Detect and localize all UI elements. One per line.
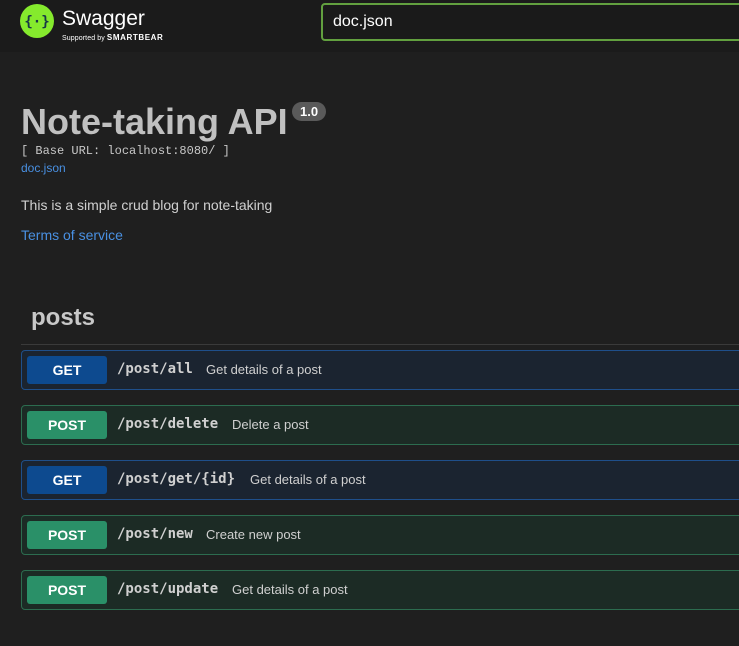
operation-path: /post/new: [117, 526, 193, 542]
base-url: [ Base URL: localhost:8080/ ]: [21, 144, 230, 158]
tag-name: posts: [31, 304, 96, 331]
brand-name: Swagger: [62, 7, 145, 30]
spec-link[interactable]: doc.json: [21, 161, 66, 175]
method-badge: POST: [27, 411, 107, 439]
version-badge: 1.0: [292, 102, 327, 121]
operation-row[interactable]: POST /post/delete Delete a post: [21, 405, 739, 445]
operation-summary: Get details of a post: [232, 582, 348, 597]
brand-tagline: Supported by SMARTBEAR: [62, 33, 164, 42]
method-badge: POST: [27, 521, 107, 549]
operation-row[interactable]: GET /post/all Get details of a post: [21, 350, 739, 390]
operation-summary: Delete a post: [232, 417, 309, 432]
method-badge: POST: [27, 576, 107, 604]
operation-path: /post/get/{id}: [117, 471, 236, 487]
terms-of-service-link[interactable]: Terms of service: [21, 227, 123, 243]
operation-row[interactable]: POST /post/new Create new post: [21, 515, 739, 555]
top-bar: {·} Swagger Supported by SMARTBEAR: [0, 0, 739, 52]
swagger-icon: {·}: [20, 4, 54, 38]
operation-path: /post/delete: [117, 416, 219, 432]
operation-row[interactable]: GET /post/get/{id} Get details of a post: [21, 460, 739, 500]
spec-url-input[interactable]: [321, 3, 739, 41]
operation-path: /post/all: [117, 361, 193, 377]
operation-summary: Get details of a post: [250, 472, 366, 487]
method-badge: GET: [27, 466, 107, 494]
operation-row[interactable]: POST /post/update Get details of a post: [21, 570, 739, 610]
operation-summary: Create new post: [206, 527, 301, 542]
method-badge: GET: [27, 356, 107, 384]
operation-summary: Get details of a post: [206, 362, 322, 377]
tag-section-header[interactable]: posts: [21, 300, 739, 345]
operation-path: /post/update: [117, 581, 219, 597]
api-description: This is a simple crud blog for note-taki…: [21, 197, 273, 213]
page-title: Note-taking API: [21, 101, 288, 142]
svg-text:{·}: {·}: [24, 14, 49, 30]
